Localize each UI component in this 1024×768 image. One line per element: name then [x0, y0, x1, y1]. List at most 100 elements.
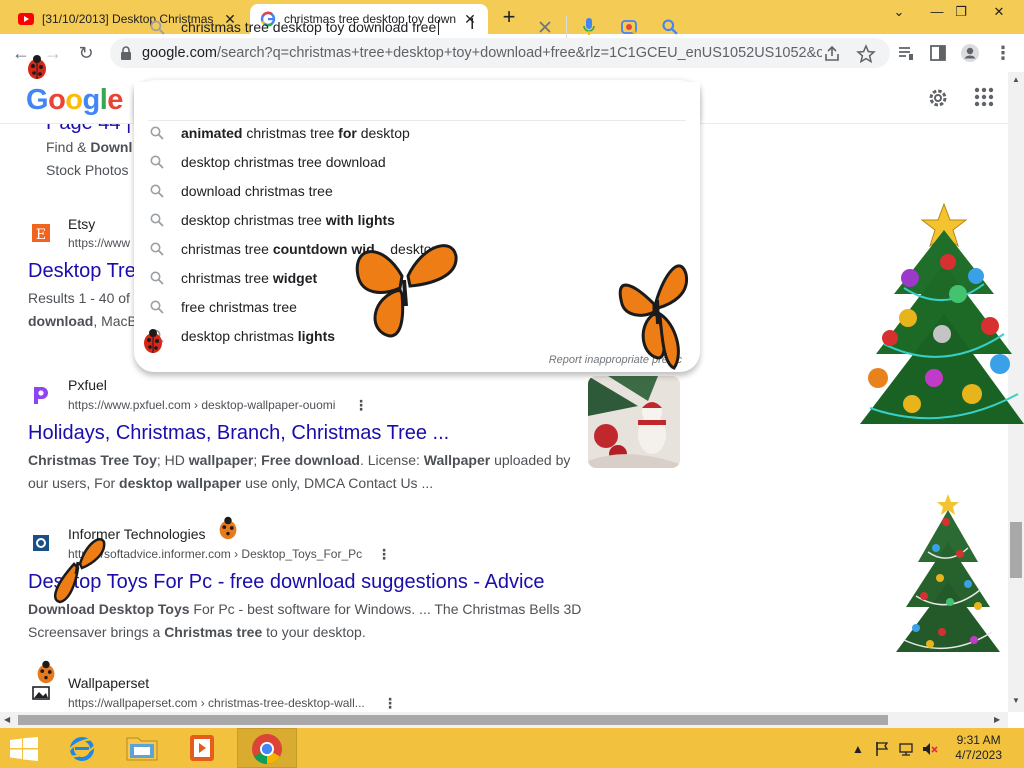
search-icon	[150, 155, 164, 169]
suggestion-text: animated christmas tree for desktop	[181, 125, 410, 141]
result-title[interactable]: Holidays, Christmas, Branch, Christmas T…	[28, 422, 449, 445]
taskbar-clock[interactable]: 9:31 AM 4/7/2023	[955, 733, 1002, 763]
lens-camera-icon[interactable]	[620, 18, 638, 36]
pxfuel-favicon	[28, 382, 54, 408]
scroll-up-arrow-icon[interactable]: ▲	[1012, 75, 1020, 84]
volume-muted-icon[interactable]	[922, 741, 938, 757]
result-options-icon[interactable]: ⋮	[377, 547, 391, 561]
settings-gear-icon[interactable]	[926, 86, 950, 110]
snippet-text: to your desktop.	[262, 624, 366, 640]
result-options-icon[interactable]: ⋮	[383, 696, 397, 710]
profile-avatar-icon[interactable]	[960, 43, 980, 63]
url-host: google.com	[142, 45, 217, 61]
snippet-bold: desktop wallpaper	[119, 475, 242, 491]
clear-icon[interactable]	[538, 20, 552, 34]
suggestion-bold: lights	[297, 328, 336, 344]
restore-button[interactable]: ❐	[946, 2, 976, 22]
taskbar-chrome[interactable]	[237, 728, 297, 768]
suggestion-item[interactable]: animated christmas tree for desktop	[134, 119, 700, 148]
folder-icon	[126, 737, 158, 761]
snippet-text: , MacB	[93, 313, 137, 329]
url-path: /search?q=christmas+tree+desktop+toy+dow…	[216, 45, 822, 61]
result-site-name: Wallpaperset	[68, 675, 150, 691]
suggestion-text: desktop christmas lights	[181, 328, 335, 344]
christmas-tree-icon	[896, 494, 1000, 652]
result-site-name: Etsy	[68, 216, 96, 232]
search-input[interactable]: christmas tree desktop toy download free	[181, 19, 440, 35]
network-icon[interactable]	[898, 741, 914, 757]
snippet-text: our users, For	[28, 475, 120, 491]
suggestion-text: download christmas tree	[181, 183, 333, 199]
result-title[interactable]: Page 44 |	[46, 124, 131, 135]
search-icon	[150, 300, 164, 314]
chrome-icon	[252, 734, 282, 765]
microphone-icon[interactable]	[582, 17, 596, 37]
search-query-text: christmas tree desktop toy download free	[181, 19, 437, 35]
snippet-text: Screensaver brings a	[28, 624, 165, 640]
result-thumbnail-image[interactable]	[588, 376, 680, 468]
snippet-bold: Free download	[261, 452, 360, 468]
suggestion-plain: christmas tree	[242, 125, 339, 141]
tab-search-chevron-icon[interactable]: ⌄	[884, 2, 914, 22]
snippet-text: For Pc - best software for Windows. ... …	[189, 601, 582, 617]
butterfly-icon	[355, 244, 458, 338]
snippet-bold: Wallpaper	[423, 452, 491, 468]
suggestion-bold: animated	[181, 125, 243, 141]
suggestion-item[interactable]: desktop christmas tree with lights	[134, 206, 700, 235]
ladybug-icon	[144, 329, 162, 353]
clock-date: 4/7/2023	[955, 748, 1002, 762]
google-logo[interactable]: Google	[26, 84, 123, 117]
vertical-scroll-thumb[interactable]	[1010, 522, 1022, 578]
reading-list-icon[interactable]	[896, 43, 916, 63]
windows-start-icon[interactable]	[10, 737, 38, 761]
suggestion-bold: for	[338, 125, 357, 141]
pxfuel-icon	[34, 387, 48, 404]
snippet-text: use only, DMCA Contact Us ...	[241, 475, 434, 491]
scroll-down-arrow-icon[interactable]: ▼	[1012, 696, 1020, 705]
snippet-bold: Downl	[90, 139, 133, 155]
suggestion-text: christmas tree widget	[181, 270, 317, 286]
search-submit-icon[interactable]	[662, 19, 678, 35]
search-icon	[150, 242, 164, 256]
snippet-bold: Christmas tree	[164, 624, 263, 640]
scroll-left-arrow-icon[interactable]: ◀	[4, 715, 10, 724]
suggestion-plain: desktop christmas tree	[181, 212, 326, 228]
search-icon	[150, 213, 164, 227]
bookmark-star-icon[interactable]	[856, 44, 876, 64]
windows-taskbar: ▲ 9:31 AM 4/7/2023	[0, 728, 1024, 768]
etsy-favicon: E	[28, 220, 54, 246]
suggestion-text: free christmas tree	[181, 299, 297, 315]
snippet-text: . License:	[359, 452, 424, 468]
youtube-icon	[18, 13, 34, 25]
suggestion-item[interactable]: desktop christmas tree download	[134, 148, 700, 177]
snippet-bold: wallpaper	[188, 452, 254, 468]
internet-explorer-icon	[67, 737, 97, 761]
action-center-flag-icon[interactable]	[874, 741, 890, 757]
taskbar-media-player[interactable]	[172, 728, 232, 768]
suggestion-bold: widget	[272, 270, 318, 286]
result-url: https://www	[68, 236, 131, 250]
search-icon	[150, 271, 164, 285]
result-url: https://softadvice.informer.com › Deskto…	[68, 547, 363, 561]
horizontal-scroll-thumb[interactable]	[18, 715, 888, 725]
taskbar-ie[interactable]	[52, 728, 112, 768]
taskbar-file-explorer[interactable]	[112, 728, 172, 768]
scroll-right-arrow-icon[interactable]: ▶	[994, 715, 1000, 724]
snippet-bold: Christmas Tree Toy	[28, 452, 157, 468]
reload-button[interactable]: ↻	[75, 42, 97, 64]
search-icon	[150, 184, 164, 198]
result-snippet: Download Desktop Toys For Pc - best soft…	[28, 598, 628, 621]
side-panel-icon[interactable]	[928, 43, 948, 63]
result-snippet: our users, For desktop wallpaper use onl…	[28, 472, 588, 495]
chrome-menu-button[interactable]: ⋮	[992, 42, 1014, 64]
result-options-icon[interactable]: ⋮	[354, 398, 368, 412]
suggestion-plain: christmas tree	[181, 270, 273, 286]
suggestion-item[interactable]: download christmas tree	[134, 177, 700, 206]
close-window-button[interactable]: ✕	[984, 2, 1014, 22]
google-apps-grid-icon[interactable]	[974, 87, 994, 107]
horizontal-scrollbar[interactable]: ◀ ▶	[0, 712, 1008, 728]
text-caret	[438, 20, 440, 35]
result-title[interactable]: Desktop Tre	[28, 260, 136, 283]
share-icon[interactable]	[822, 44, 842, 64]
show-hidden-icons-arrow[interactable]: ▲	[850, 741, 866, 757]
